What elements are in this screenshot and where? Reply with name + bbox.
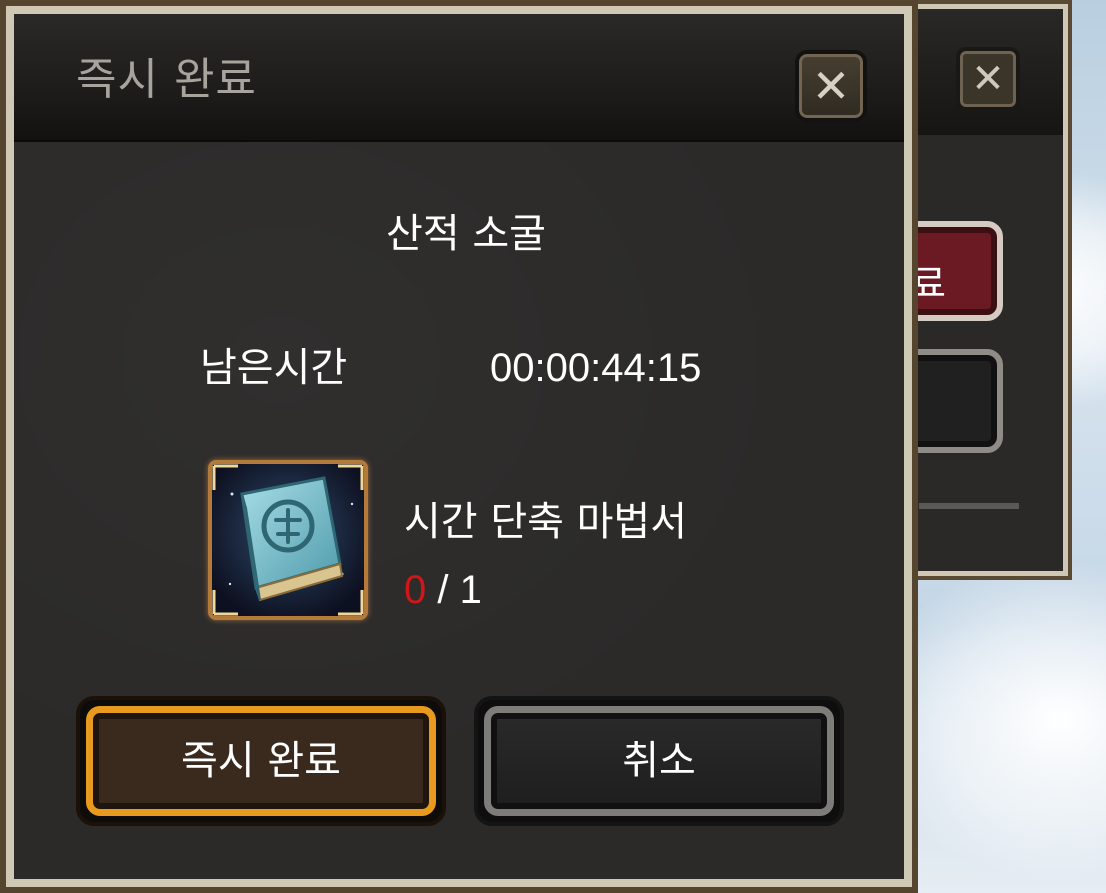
remaining-time-label: 남은시간 bbox=[200, 345, 348, 391]
spellbook-icon bbox=[208, 460, 368, 620]
spellbook-icon-graphic bbox=[212, 464, 364, 616]
item-count-have: 0 bbox=[404, 568, 427, 612]
close-icon: ✕ bbox=[811, 59, 851, 113]
background-divider bbox=[919, 503, 1019, 509]
item-count: 0 / 1 bbox=[404, 570, 482, 610]
instant-complete-button-label: 즉시 완료 bbox=[181, 738, 341, 784]
cancel-button-label: 취소 bbox=[622, 738, 696, 784]
dungeon-name: 산적 소굴 bbox=[386, 211, 546, 257]
item-count-need: 1 bbox=[459, 568, 482, 612]
background-close-button[interactable]: ✕ bbox=[956, 47, 1020, 111]
item-count-separator: / bbox=[437, 568, 449, 612]
cancel-button[interactable]: 취소 bbox=[474, 696, 844, 826]
instant-complete-dialog: 즉시 완료 ✕ 산적 소굴 남은시간 00:00:44:15 시간 단축 마법서… bbox=[0, 0, 918, 893]
close-button[interactable]: ✕ bbox=[795, 50, 867, 122]
dialog-frame: 즉시 완료 ✕ 산적 소굴 남은시간 00:00:44:15 시간 단축 마법서… bbox=[6, 6, 912, 887]
dialog-titlebar: 즉시 완료 ✕ bbox=[14, 14, 904, 142]
item-name: 시간 단축 마법서 bbox=[404, 499, 688, 545]
remaining-time-value: 00:00:44:15 bbox=[490, 346, 702, 390]
instant-complete-button[interactable]: 즉시 완료 bbox=[76, 696, 446, 826]
dialog-title: 즉시 완료 bbox=[76, 54, 257, 105]
close-icon: ✕ bbox=[971, 56, 1005, 102]
